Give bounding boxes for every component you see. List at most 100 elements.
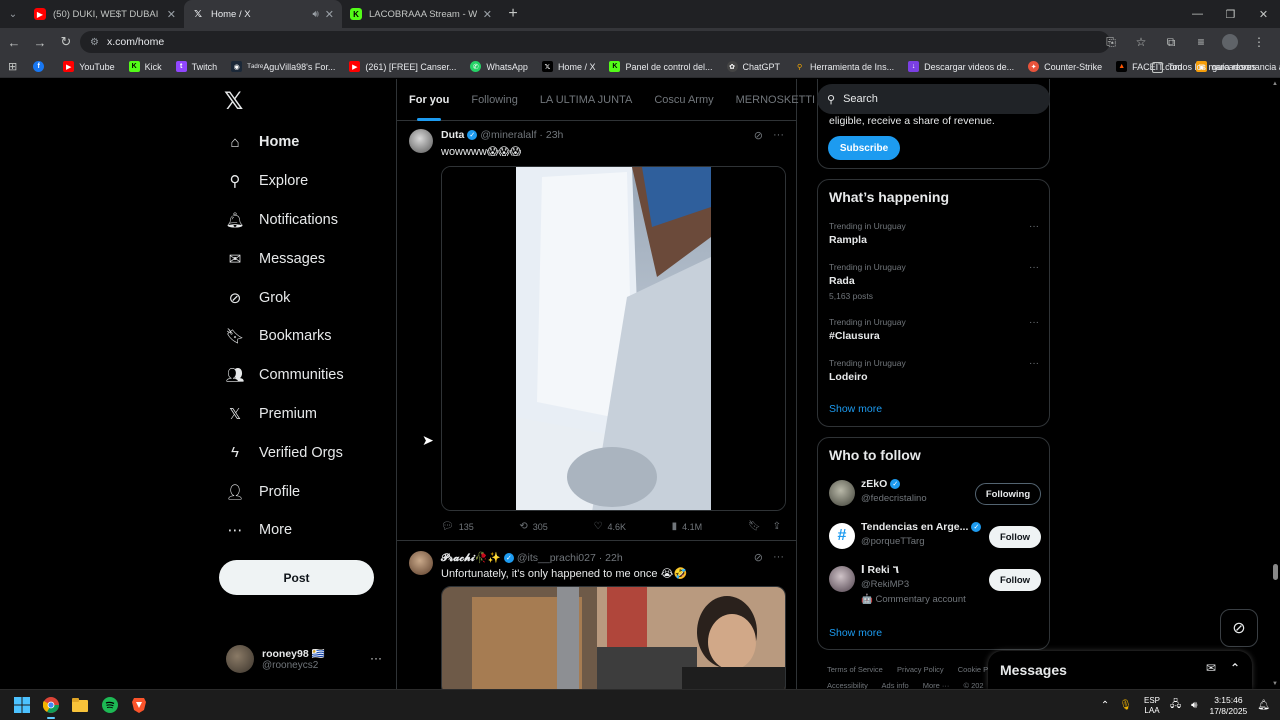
tab-mernosketti[interactable]: MERNOSKETTI bbox=[736, 79, 815, 121]
volume-icon[interactable]: 🔊︎ bbox=[1191, 700, 1197, 711]
tweet[interactable]: 𝓟𝓻𝓪𝓬𝓱𝓲🥀✨ ✓ @its__prachi027 · 22h ⊘ ··· U… bbox=[397, 541, 796, 689]
footer-link[interactable]: Privacy Policy bbox=[897, 665, 944, 674]
nav-notifications[interactable]: 🔔︎ Notifications bbox=[225, 201, 344, 240]
bookmark-whatsapp[interactable]: ✆ WhatsApp bbox=[470, 61, 528, 72]
scroll-down-icon[interactable]: ▼ bbox=[1272, 681, 1278, 687]
following-button[interactable]: Following bbox=[975, 483, 1041, 505]
nav-communities[interactable]: 👥︎ Communities bbox=[225, 356, 343, 395]
tab-following[interactable]: Following bbox=[471, 79, 517, 121]
tweet-author[interactable]: 𝓟𝓻𝓪𝓬𝓱𝓲🥀✨ bbox=[441, 551, 501, 565]
grok-icon[interactable]: ⊘ bbox=[754, 551, 763, 564]
media-icon[interactable]: ≡ bbox=[1186, 30, 1216, 54]
more-icon[interactable]: ··· bbox=[1029, 221, 1039, 232]
bookmark-youtube[interactable]: ▶ YouTube bbox=[63, 61, 115, 72]
reply-button[interactable]: 💬︎ 135 bbox=[441, 521, 474, 532]
more-icon[interactable]: ··· bbox=[773, 129, 784, 142]
show-more-link[interactable]: Show more bbox=[829, 403, 882, 415]
tab-la-ultima-junta[interactable]: LA ULTIMA JUNTA bbox=[540, 79, 633, 121]
language-indicator[interactable]: ESP LAA bbox=[1144, 696, 1160, 716]
notification-icon[interactable]: 🔔︎ bbox=[1257, 700, 1270, 711]
search-input[interactable]: ⚲ Search bbox=[817, 84, 1050, 114]
account-switcher[interactable]: rooney98 🇺🇾 @rooneycs2 ··· bbox=[226, 643, 386, 675]
chevron-up-icon[interactable]: ⌃ bbox=[1101, 700, 1109, 711]
nav-home[interactable]: ⌂ Home bbox=[226, 123, 344, 162]
bookmark-facebook[interactable]: f bbox=[33, 61, 49, 72]
bookmark-x[interactable]: 𝕏 Home / X bbox=[541, 61, 595, 72]
footer-link[interactable]: Cookie P bbox=[958, 665, 988, 674]
new-message-icon[interactable]: ✉ bbox=[1206, 661, 1216, 675]
more-icon[interactable]: ··· bbox=[1029, 262, 1039, 273]
tweet-video[interactable] bbox=[441, 166, 786, 511]
nav-premium[interactable]: 𝕏 Premium bbox=[226, 395, 344, 434]
close-icon[interactable]: ✕ bbox=[167, 8, 176, 21]
tab-for-you[interactable]: For you bbox=[409, 79, 449, 121]
more-icon[interactable]: ··· bbox=[1029, 358, 1039, 369]
tab-coscu-army[interactable]: Coscu Army bbox=[654, 79, 713, 121]
bookmark-youtube-2[interactable]: ▶ (261) [FREE] Canser... bbox=[349, 61, 456, 72]
views-button[interactable]: ▮ 4.1M bbox=[672, 521, 703, 532]
avatar[interactable] bbox=[409, 551, 433, 575]
scrollbar-thumb[interactable] bbox=[1273, 564, 1278, 580]
address-bar[interactable]: ⚙ x.com/home bbox=[80, 31, 1110, 53]
nav-bookmarks[interactable]: 🔖︎ Bookmarks bbox=[225, 317, 344, 356]
tab-search-icon[interactable]: ⌄ bbox=[0, 0, 26, 28]
star-icon[interactable]: ☆ bbox=[1126, 30, 1156, 54]
footer-link[interactable]: Terms of Service bbox=[827, 665, 883, 674]
scrollbar[interactable]: ▲ ▼ bbox=[1270, 79, 1280, 689]
microphone-icon[interactable]: 🎙︎ bbox=[1119, 700, 1132, 711]
apps-icon[interactable]: ⊞ bbox=[8, 60, 17, 73]
grok-icon[interactable]: ⊘ bbox=[754, 129, 763, 142]
more-icon[interactable]: ··· bbox=[1029, 317, 1039, 328]
close-window-icon[interactable]: ✕ bbox=[1247, 0, 1280, 28]
footer-link[interactable]: Ads info bbox=[882, 681, 909, 689]
follow-suggestion[interactable]: # Tendencias en Arge... ✓ @porqueTTarg Fo… bbox=[829, 521, 1041, 557]
follow-suggestion[interactable]: zEkO ✓ @fedecristalino Following bbox=[829, 478, 1041, 514]
install-app-icon[interactable]: ⎘ bbox=[1096, 30, 1126, 54]
all-bookmarks[interactable]: Todos los marcadores bbox=[1151, 56, 1256, 78]
spotify-icon[interactable] bbox=[100, 695, 120, 715]
x-logo-icon[interactable]: 𝕏 bbox=[224, 87, 243, 116]
new-tab-button[interactable]: + bbox=[502, 3, 524, 25]
nav-more[interactable]: ⋯ More bbox=[226, 511, 344, 550]
repost-button[interactable]: ⟲ 305 bbox=[519, 521, 547, 532]
menu-icon[interactable]: ⋮ bbox=[1244, 30, 1274, 54]
back-icon[interactable]: ← bbox=[2, 30, 26, 54]
bookmark-steam[interactable]: ◉ ᵀᵃᵈʳᵉAguVilla98's For... bbox=[231, 61, 335, 72]
bookmark-twitch[interactable]: t Twitch bbox=[175, 61, 217, 72]
share-icon[interactable]: ⇪ bbox=[773, 521, 781, 532]
clock[interactable]: 3:15:46 17/8/2025 bbox=[1209, 695, 1247, 717]
like-button[interactable]: ♡ 4.6K bbox=[594, 521, 626, 532]
scroll-up-icon[interactable]: ▲ bbox=[1272, 81, 1278, 87]
bookmark-descargar[interactable]: ↓ Descargar videos de... bbox=[908, 61, 1014, 72]
forward-icon[interactable]: → bbox=[28, 30, 52, 54]
footer-link[interactable]: Accessibility bbox=[827, 681, 868, 689]
trend-item[interactable]: Trending in Uruguay Rada 5,163 posts ··· bbox=[829, 262, 1039, 301]
reload-icon[interactable]: ↻ bbox=[54, 30, 78, 54]
bookmark-icon[interactable]: 🔖︎ bbox=[748, 521, 761, 532]
follow-suggestion[interactable]: ا Reki ٦ @RekiMP3 🤖 Commentary account F… bbox=[829, 564, 1041, 608]
bookmark-kick-panel[interactable]: K Panel de control del... bbox=[609, 61, 713, 72]
tweet[interactable]: Duta ✓ @mineralalf · 23h ⊘ ··· wowwww😱😱😱 bbox=[397, 121, 796, 541]
speaker-icon[interactable]: 🔊︎ bbox=[312, 9, 318, 20]
nav-grok[interactable]: ⊘ Grok bbox=[226, 278, 344, 317]
nav-profile[interactable]: 👤︎ Profile bbox=[225, 472, 344, 511]
nav-verified-orgs[interactable]: ϟ Verified Orgs bbox=[226, 433, 344, 472]
follow-button[interactable]: Follow bbox=[989, 569, 1041, 591]
site-info-icon[interactable]: ⚙ bbox=[90, 37, 99, 48]
trend-item[interactable]: Trending in Uruguay Rampla ··· bbox=[829, 221, 1039, 246]
bookmark-kick[interactable]: K Kick bbox=[128, 61, 162, 72]
file-explorer-icon[interactable] bbox=[70, 695, 90, 715]
tweet-author[interactable]: Duta bbox=[441, 129, 464, 141]
restore-icon[interactable]: ❐ bbox=[1214, 0, 1247, 28]
network-icon[interactable]: 🖧︎ bbox=[1170, 697, 1181, 714]
chevron-up-icon[interactable]: ⌃ bbox=[1230, 661, 1240, 675]
tab-youtube[interactable]: ▶ (50) DUKI, WE$T DUBAI - cONT ✕ bbox=[26, 0, 184, 28]
trend-item[interactable]: Trending in Uruguay #Clausura ··· bbox=[829, 317, 1039, 342]
trend-item[interactable]: Trending in Uruguay Lodeiro ··· bbox=[829, 358, 1039, 383]
footer-link[interactable]: More ··· bbox=[923, 681, 950, 689]
nav-explore[interactable]: ⚲ Explore bbox=[226, 162, 344, 201]
messages-drawer[interactable]: Messages ✉ ⌃ bbox=[988, 651, 1252, 689]
subscribe-button[interactable]: Subscribe bbox=[828, 136, 900, 160]
grok-button[interactable]: ⊘ bbox=[1220, 609, 1258, 647]
follow-button[interactable]: Follow bbox=[989, 526, 1041, 548]
